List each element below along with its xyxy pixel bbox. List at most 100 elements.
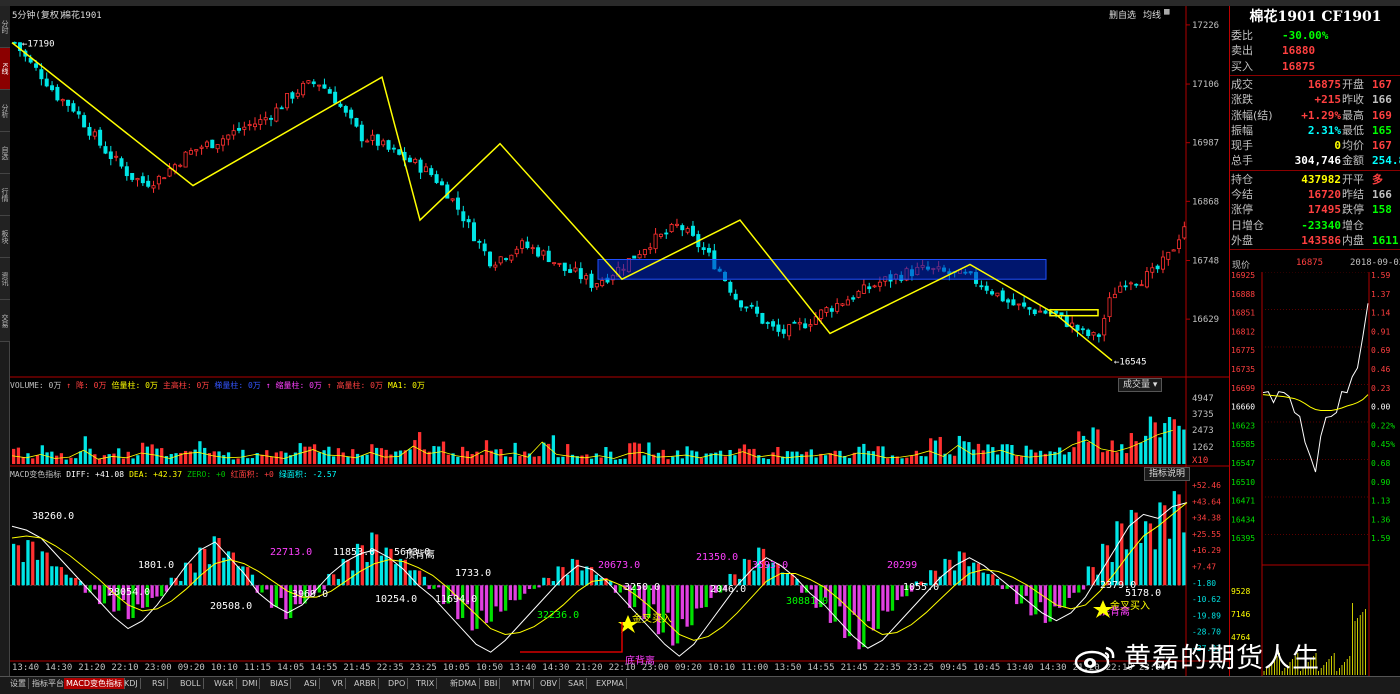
volume-bar [112,453,116,464]
side-tab[interactable]: 板块 [0,216,10,258]
candle-down [589,273,594,288]
candle-down [1043,310,1048,314]
candle-up [1038,310,1043,313]
side-tab[interactable]: 分析 [0,90,10,132]
volume-bar [64,459,68,464]
volume-bar [1153,422,1157,464]
macd-bar [1148,523,1153,586]
candle-down [269,117,274,120]
side-tab[interactable]: K线 [0,48,10,90]
indicator-tab[interactable]: TRIX [414,678,438,689]
indicator-tab[interactable]: VR [330,678,347,689]
candle-down [803,323,808,329]
chart-period-label: 5分钟(复权) [12,11,65,21]
quote-row: 买入 16875 [1230,59,1400,74]
indicator-tab[interactable]: BOLL [178,678,204,689]
quote-row: 涨幅(结) +1.29% 最高 169 [1230,108,1400,123]
volume-selector-button[interactable]: 成交量 ▾ [1118,378,1163,392]
macd-bar [437,585,441,588]
ma-link[interactable]: 均线 [1143,8,1161,21]
indicator-tab[interactable]: DPO [386,678,409,689]
delete-favorite-link[interactable]: 删自选 [1109,8,1136,21]
macd-bar [494,585,498,607]
volume-bar [508,456,513,464]
volume-bar [1148,416,1153,464]
indicator-tab[interactable]: 新DMA [448,678,480,689]
candle-up [183,151,188,168]
volume-bar [580,455,584,464]
volume-bar [88,448,92,464]
side-tab[interactable]: 自选 [0,132,10,174]
indicator-tab[interactable]: W&R [212,678,237,689]
macd-bar [102,585,107,604]
volume-bar [1172,419,1176,464]
volume-bar [317,452,321,464]
volume-bar [145,446,150,464]
volume-bar [16,447,21,464]
indicator-tab[interactable]: EXPMA [594,678,627,689]
indicator-tab[interactable]: ASI [302,678,320,689]
candle-down [130,172,135,180]
macd-bar [274,585,278,608]
settings-icon[interactable]: ▦ [1164,7,1169,17]
quote-value: 165 [1372,123,1392,137]
volume-bar [1182,429,1186,464]
time-tick-label: 13:40 [1006,663,1034,673]
indicator-tab[interactable]: KDJ [122,678,141,689]
volume-bar [986,444,990,464]
candle-down [359,124,364,142]
candle-up [317,84,322,87]
price-tick-label: 16868 [1192,197,1219,207]
candle-up [156,175,161,185]
macd-bar [895,585,899,601]
candle-down [429,168,434,176]
side-tab[interactable]: 行情 [0,174,10,216]
side-tab-bar: 分时 K线 分析 自选 行情 板块 资讯 交易 [0,6,10,676]
candle-up [220,138,225,146]
volume-bar [1077,431,1081,464]
side-tab[interactable]: 交易 [0,300,10,342]
indicator-tab[interactable]: DMI [240,678,261,689]
volume-bar [728,449,732,464]
indicator-tab[interactable]: MACD变色指标 [64,678,125,689]
mini-pct-tick: 1.59 [1371,534,1390,543]
volume-bar [365,454,369,464]
quote-value: 2.31% [1307,123,1341,137]
indicator-tab[interactable]: BIAS [268,678,292,689]
indicator-tab[interactable]: BBI [482,678,501,689]
quote-value: 1611 [1372,233,1399,247]
indicator-tab[interactable]: 设置 [8,678,29,689]
volume-bar [938,436,942,464]
side-tab[interactable]: 分时 [0,6,10,48]
volume-bar [656,452,661,464]
volume-bar [265,450,269,464]
macd-bar [231,552,235,586]
volume-bar [480,454,484,464]
indicator-tab[interactable]: ARBR [352,678,380,689]
candle-down [776,324,781,332]
indicator-tab[interactable]: RSI [150,678,168,689]
candle-up [60,99,65,102]
mini-price-tick: 16547 [1231,459,1255,468]
indicator-tab[interactable]: 指标平台 [30,678,67,689]
macd-bar [12,543,16,586]
macd-bar [1015,585,1019,605]
indicator-tab[interactable]: MTM [510,678,534,689]
volume-tick-label: 4947 [1192,394,1214,404]
volume-bar [355,453,360,464]
indicator-help-button[interactable]: 指标说明 [1144,467,1191,481]
volume-bar [809,449,813,464]
macd-bar [1067,585,1071,598]
indicator-tab[interactable]: SAR [566,678,588,689]
macd-bar [871,585,876,631]
quote-key: 跌停 [1342,203,1364,217]
candle-up [253,123,258,128]
candle-down [327,89,332,94]
indicator-tab[interactable]: OBV [538,678,561,689]
candle-up [1166,251,1171,260]
macd-annotation: 20299 [887,560,917,571]
quote-title: 棉花1901 CF1901 [1249,9,1382,25]
volume-bar [523,451,527,464]
volume-bar [886,458,890,464]
side-tab[interactable]: 资讯 [0,258,10,300]
